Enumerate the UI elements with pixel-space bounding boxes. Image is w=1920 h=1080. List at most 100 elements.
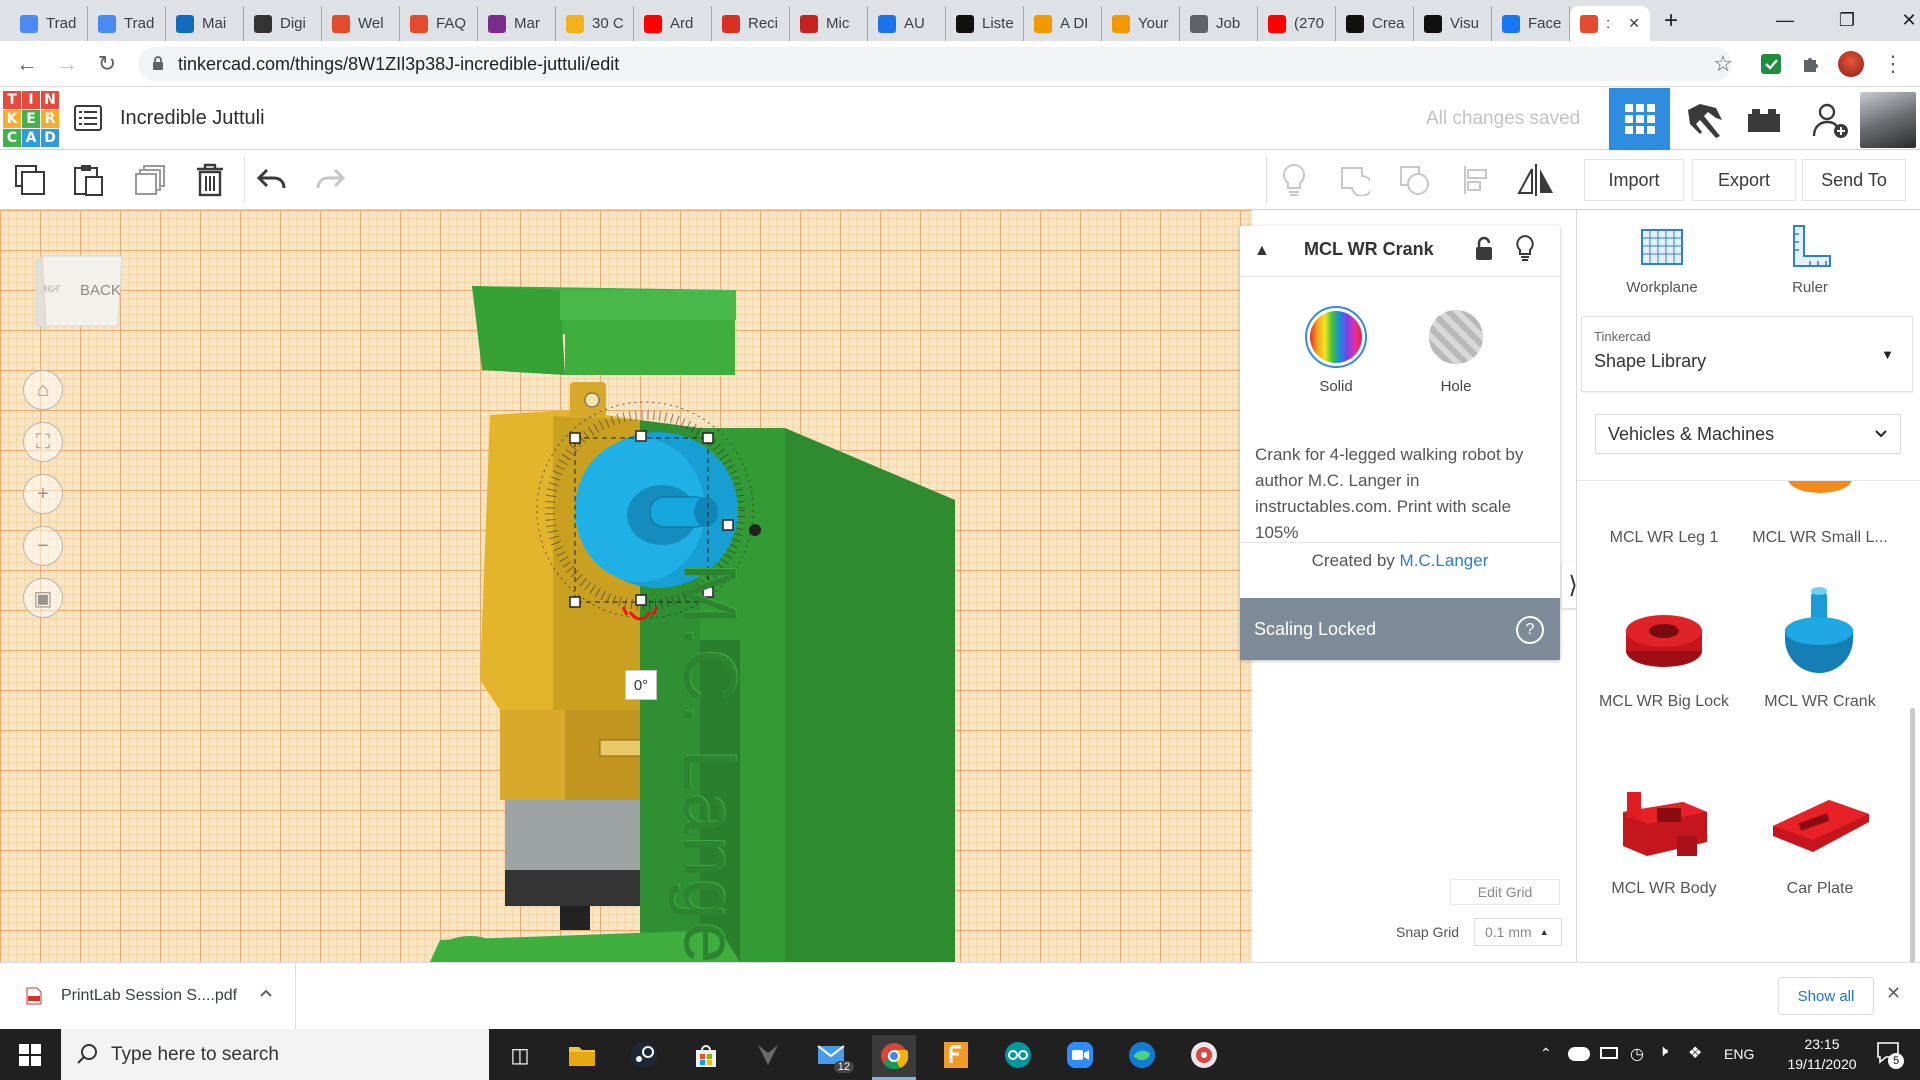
- task-view-icon[interactable]: ◫: [498, 1035, 542, 1075]
- download-item[interactable]: PrintLab Session S....pdf: [0, 963, 296, 1029]
- shape-tile-body[interactable]: MCL WR Body: [1589, 786, 1739, 916]
- chrome-icon[interactable]: [872, 1035, 916, 1080]
- taskbar-search[interactable]: Type here to search: [61, 1029, 489, 1080]
- browser-tab-active[interactable]: : ✕: [1570, 6, 1650, 41]
- clock[interactable]: 23:15 19/11/2020: [1772, 1034, 1872, 1074]
- browser-tab[interactable]: Digi: [244, 6, 322, 41]
- library-selector[interactable]: Tinkercad Shape Library ▼: [1581, 316, 1913, 392]
- redo-icon[interactable]: [308, 159, 352, 201]
- browser-tab[interactable]: (270: [1258, 6, 1336, 41]
- url-input[interactable]: tinkercad.com/things/8W1ZIl3p38J-incredi…: [138, 47, 1732, 81]
- notes-lightbulb-icon[interactable]: [1272, 159, 1316, 201]
- notification-icon[interactable]: 5: [1876, 1041, 1904, 1069]
- maximize-button[interactable]: ❐: [1816, 0, 1878, 41]
- tinkercad-logo[interactable]: TIN KER CAD: [3, 91, 59, 147]
- duplicate-icon[interactable]: [128, 159, 172, 201]
- align-icon[interactable]: [1454, 159, 1498, 201]
- browser-tab[interactable]: A DI: [1024, 6, 1102, 41]
- battery-icon[interactable]: [1600, 1047, 1618, 1059]
- shape-tile-leg-1[interactable]: MCL WR Leg 1: [1589, 481, 1739, 591]
- media-player-icon[interactable]: [1182, 1035, 1226, 1075]
- minecraft-pickaxe-icon[interactable]: [1682, 98, 1726, 142]
- dropbox-icon[interactable]: ❖: [1688, 1043, 1702, 1063]
- ruler-tool[interactable]: Ruler: [1755, 224, 1865, 296]
- group-icon[interactable]: [1332, 159, 1376, 201]
- snap-grid-select[interactable]: 0.1 mm ▲: [1474, 918, 1562, 946]
- copy-icon[interactable]: [8, 159, 52, 201]
- add-user-icon[interactable]: [1810, 100, 1850, 140]
- browser-tab[interactable]: Your: [1102, 6, 1180, 41]
- undo-icon[interactable]: [250, 159, 294, 201]
- shape-lightbulb-icon[interactable]: [1515, 234, 1535, 262]
- workplane-viewport[interactable]: RIGHT BACK ⌂ ⛶ + − ▣ M.C. Langer 0°: [0, 210, 1252, 962]
- inspector-title[interactable]: MCL WR Crank: [1304, 239, 1434, 260]
- browser-tab[interactable]: Mai: [166, 6, 244, 41]
- import-button[interactable]: Import: [1584, 159, 1684, 201]
- back-icon[interactable]: ←: [12, 49, 42, 79]
- shape-tile-car-plate[interactable]: Car Plate: [1745, 786, 1895, 916]
- browser-tab[interactable]: Liste: [946, 6, 1024, 41]
- 3d-view-button[interactable]: [1609, 88, 1670, 150]
- forward-icon[interactable]: →: [52, 49, 82, 79]
- category-select[interactable]: Vehicles & Machines: [1595, 414, 1901, 454]
- edit-grid-button[interactable]: Edit Grid: [1450, 879, 1560, 905]
- browser-tab[interactable]: Job: [1180, 6, 1258, 41]
- design-title[interactable]: Incredible Juttuli: [120, 107, 265, 130]
- ungroup-icon[interactable]: [1392, 159, 1436, 201]
- mail-icon[interactable]: 12: [810, 1035, 854, 1075]
- library-scrollbar[interactable]: [1910, 708, 1915, 963]
- lock-shape-icon[interactable]: [1474, 236, 1494, 262]
- new-tab-button[interactable]: +: [1640, 0, 1702, 41]
- fusion-icon[interactable]: [934, 1035, 978, 1075]
- shape-tile-small-lock[interactable]: MCL WR Small L...: [1745, 481, 1895, 591]
- collapse-icon[interactable]: ▲: [1254, 242, 1270, 260]
- hole-option[interactable]: Hole: [1424, 306, 1488, 395]
- volume-icon[interactable]: 🕨: [1658, 1043, 1668, 1061]
- author-link[interactable]: M.C.Langer: [1400, 551, 1489, 570]
- browser-tab[interactable]: Crea: [1336, 6, 1414, 41]
- solid-option[interactable]: Solid: [1304, 306, 1368, 395]
- microsoft-store-icon[interactable]: [684, 1035, 728, 1075]
- wifi-icon[interactable]: ◷: [1630, 1044, 1644, 1064]
- language-indicator[interactable]: ENG: [1724, 1046, 1754, 1062]
- browser-tab[interactable]: Trad: [10, 6, 88, 41]
- design-menu-icon[interactable]: [74, 105, 102, 131]
- paste-icon[interactable]: [66, 159, 110, 201]
- extensions-puzzle-icon[interactable]: [1796, 49, 1826, 79]
- user-avatar[interactable]: [1860, 92, 1916, 148]
- robot-model[interactable]: [0, 210, 1252, 962]
- bookmark-star-icon[interactable]: ☆: [1708, 49, 1738, 79]
- export-button[interactable]: Export: [1692, 159, 1796, 201]
- browser-tab[interactable]: Wel: [322, 6, 400, 41]
- browser-tab[interactable]: Face: [1492, 6, 1570, 41]
- browser-tab[interactable]: AU: [868, 6, 946, 41]
- show-all-button[interactable]: Show all: [1778, 977, 1874, 1015]
- mirror-icon[interactable]: [1514, 159, 1558, 201]
- reload-icon[interactable]: ↻: [92, 49, 122, 79]
- zoom-icon[interactable]: [1058, 1035, 1102, 1075]
- send-to-button[interactable]: Send To: [1802, 159, 1906, 201]
- file-explorer-icon[interactable]: [560, 1035, 604, 1075]
- predator-icon[interactable]: [746, 1035, 790, 1075]
- close-tab-icon[interactable]: ✕: [1628, 15, 1640, 32]
- delete-icon[interactable]: [188, 159, 232, 201]
- windows-start-icon[interactable]: [8, 1035, 52, 1075]
- browser-tab[interactable]: Mar: [478, 6, 556, 41]
- tray-chevron-icon[interactable]: ⌃: [1540, 1045, 1552, 1062]
- extension-check-icon[interactable]: [1756, 49, 1786, 79]
- shape-tile-crank[interactable]: MCL WR Crank: [1745, 587, 1895, 721]
- close-window-button[interactable]: ✕: [1878, 0, 1920, 41]
- browser-tab[interactable]: FAQ: [400, 6, 478, 41]
- chevron-up-icon[interactable]: [258, 985, 274, 1001]
- workplane-tool[interactable]: Workplane: [1607, 224, 1717, 296]
- browser-tab[interactable]: Mic: [790, 6, 868, 41]
- browser-tab[interactable]: 30 C: [556, 6, 634, 41]
- browser-tab[interactable]: Visu: [1414, 6, 1492, 41]
- shape-tile-big-lock[interactable]: MCL WR Big Lock: [1589, 601, 1739, 721]
- arduino-icon[interactable]: [996, 1035, 1040, 1075]
- help-icon[interactable]: ?: [1516, 616, 1544, 644]
- bricks-icon[interactable]: [1746, 102, 1782, 138]
- edge-icon[interactable]: [1120, 1035, 1164, 1075]
- steam-icon[interactable]: [622, 1035, 666, 1075]
- minimize-button[interactable]: —: [1754, 0, 1816, 41]
